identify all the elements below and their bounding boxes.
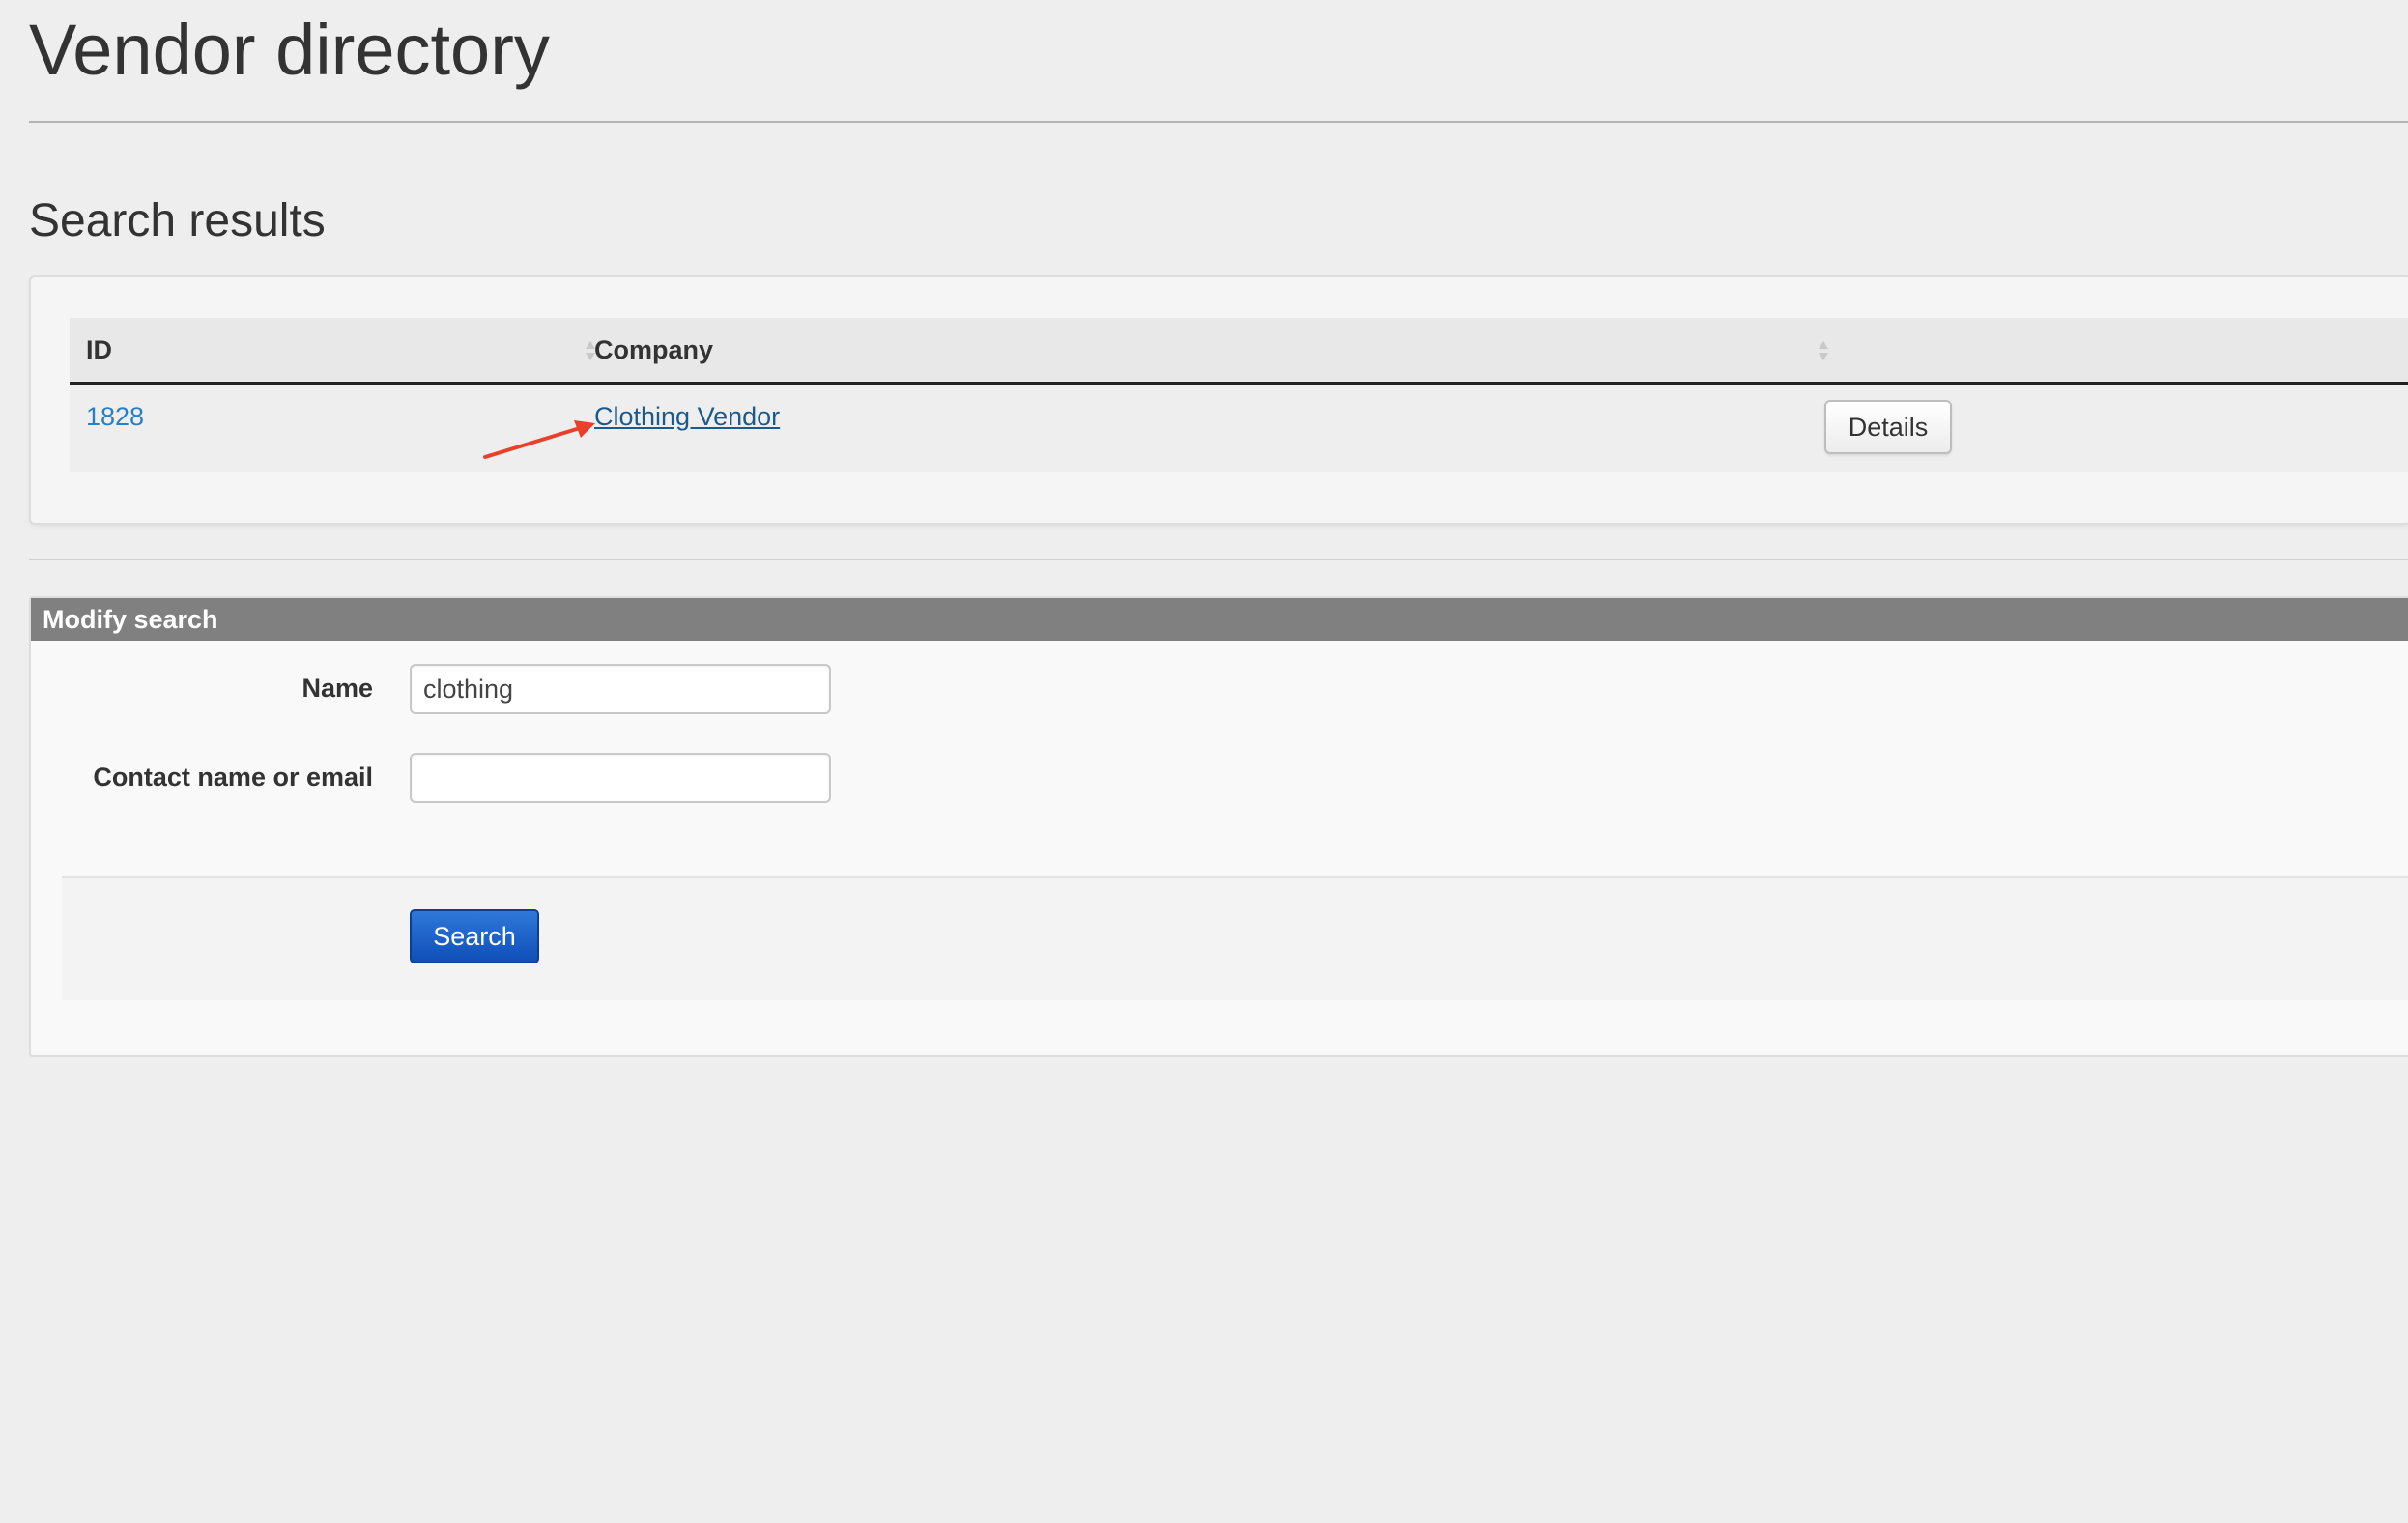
red-arrow-annotation-icon: [483, 420, 595, 459]
search-results-heading: Search results: [29, 195, 326, 246]
contact-label: Contact name or email: [93, 762, 373, 791]
contact-input[interactable]: [410, 753, 831, 803]
name-label: Name: [301, 674, 373, 703]
title-divider: [29, 121, 2408, 123]
modify-search-header: Modify search: [31, 598, 2408, 641]
details-button[interactable]: Details: [1824, 400, 1952, 454]
page-title: Vendor directory: [29, 10, 550, 90]
column-header-id[interactable]: ID: [86, 318, 112, 382]
section-divider: [29, 559, 2408, 560]
company-name-link[interactable]: Clothing Vendor: [594, 402, 780, 432]
sort-company-icon[interactable]: [1817, 337, 1830, 364]
form-actions: Search: [62, 876, 2408, 1000]
vendor-id-link[interactable]: 1828: [86, 402, 144, 432]
name-input[interactable]: [410, 664, 831, 714]
column-header-company[interactable]: Company: [594, 318, 713, 382]
modify-search-panel: Modify search Name Contact name or email…: [29, 596, 2408, 1057]
search-button[interactable]: Search: [410, 909, 539, 963]
table-row: 1828 Clothing Vendor Details: [70, 385, 2408, 472]
results-table-header: ID Company: [70, 318, 2408, 385]
search-results-panel: ID Company 1828 Clothing Vendor Details: [29, 275, 2408, 525]
